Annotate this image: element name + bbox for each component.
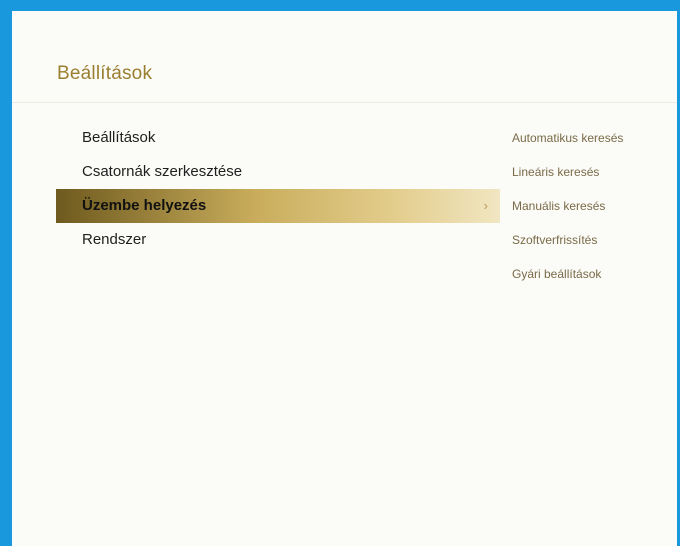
installation-submenu: Automatikus keresés Lineáris keresés Man…	[512, 121, 680, 291]
submenu-item-manualis-kereses[interactable]: Manuális keresés	[512, 189, 680, 223]
menu-item-label: Beállítások	[82, 129, 156, 146]
menu-item-csatornak-szerkesztese[interactable]: Csatornák szerkesztése	[56, 155, 500, 189]
title-divider	[12, 102, 677, 103]
submenu-item-szoftverfrissites[interactable]: Szoftverfrissítés	[512, 223, 680, 257]
tv-settings-screen: Beállítások Beállítások Csatornák szerke…	[0, 0, 680, 546]
chevron-right-icon: ›	[483, 198, 488, 213]
menu-item-beallitasok[interactable]: Beállítások	[56, 121, 500, 155]
menu-item-rendszer[interactable]: Rendszer	[56, 223, 500, 257]
submenu-item-linearis-kereses[interactable]: Lineáris keresés	[512, 155, 680, 189]
submenu-item-automatikus-kereses[interactable]: Automatikus keresés	[512, 121, 680, 155]
menu-item-label: Üzembe helyezés	[82, 197, 207, 214]
submenu-item-gyari-beallitasok[interactable]: Gyári beállítások	[512, 257, 680, 291]
page-title: Beállítások	[57, 63, 153, 84]
menu-item-uzembe-helyezes[interactable]: Üzembe helyezés ›	[56, 189, 500, 223]
menu-item-label: Rendszer	[82, 231, 147, 248]
settings-menu: Beállítások Csatornák szerkesztése Üzemb…	[56, 121, 500, 257]
menu-item-label: Csatornák szerkesztése	[82, 163, 243, 180]
